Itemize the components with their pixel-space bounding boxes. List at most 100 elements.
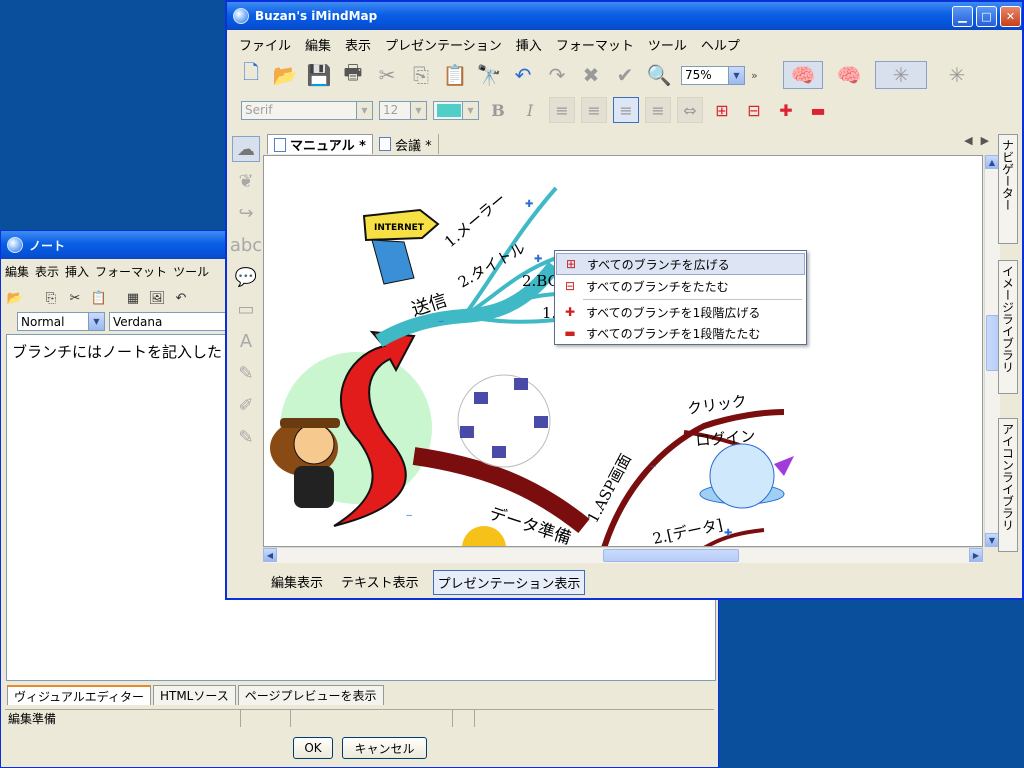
brain-view-icon[interactable]: 🧠: [783, 61, 823, 89]
expand-level-icon[interactable]: ✚: [773, 97, 799, 123]
cancel-button[interactable]: キャンセル: [342, 737, 427, 759]
menu-collapse-all[interactable]: ⊟ すべてのブランチをたたむ: [556, 275, 805, 297]
bold-icon[interactable]: B: [485, 97, 511, 123]
menu-help[interactable]: ヘルプ: [701, 35, 740, 54]
menu-insert[interactable]: 挿入: [516, 35, 542, 54]
central-idea-tool-icon[interactable]: ☁: [232, 136, 260, 162]
ok-button[interactable]: OK: [293, 737, 333, 759]
align-center-icon[interactable]: ≡: [581, 97, 607, 123]
align-right-icon[interactable]: ≡: [645, 97, 671, 123]
insert-image-icon[interactable]: 🖼: [147, 288, 167, 308]
find-binoculars-icon[interactable]: 🔭: [475, 61, 503, 89]
menu-expand-one-level[interactable]: ✚ すべてのブランチを1段階広げる: [556, 301, 805, 323]
pen-icon[interactable]: ✐: [232, 392, 260, 418]
scroll-right-icon[interactable]: ▶: [969, 548, 983, 562]
cut-icon[interactable]: ✂: [373, 61, 401, 89]
note-menu-insert[interactable]: 挿入: [65, 263, 89, 280]
collapse-level-icon[interactable]: ▬: [805, 97, 831, 123]
table-icon[interactable]: ▦: [123, 288, 143, 308]
tab-manual[interactable]: マニュアル *: [267, 134, 373, 154]
image-tool-icon[interactable]: ▭: [232, 296, 260, 322]
font-size-select[interactable]: 12 ▼: [379, 100, 427, 120]
check-icon[interactable]: ✔: [611, 61, 639, 89]
style-select[interactable]: Normal ▼: [17, 312, 105, 331]
branch-tool-icon[interactable]: ❦: [232, 168, 260, 194]
menu-expand-all[interactable]: ⊞ すべてのブランチを広げる: [556, 253, 805, 275]
note-menu-tools[interactable]: ツール: [173, 263, 209, 280]
new-file-icon[interactable]: 🗋: [237, 60, 265, 89]
align-left-icon[interactable]: ≡: [549, 97, 575, 123]
paste-icon[interactable]: 📋: [441, 61, 469, 89]
undo-icon[interactable]: ↶: [171, 288, 191, 308]
close-button[interactable]: ✕: [1000, 6, 1021, 27]
organic-map-icon[interactable]: ✳: [875, 61, 927, 89]
menu-edit[interactable]: 編集: [305, 35, 331, 54]
chevron-down-icon[interactable]: ▼: [462, 101, 478, 119]
tab-html-source[interactable]: HTMLソース: [152, 685, 236, 705]
fill-color-select[interactable]: ▼: [433, 100, 479, 120]
main-titlebar[interactable]: Buzan's iMindMap: [227, 2, 1022, 30]
scroll-left-icon[interactable]: ◀: [263, 548, 277, 562]
menu-tools[interactable]: ツール: [648, 35, 687, 54]
collapse-all-icon[interactable]: ⊟: [741, 97, 767, 123]
expand-all-icon[interactable]: ⊞: [709, 97, 735, 123]
align-wide-icon[interactable]: ≡: [613, 97, 639, 123]
cut-icon[interactable]: ✂: [65, 288, 85, 308]
pencil-icon[interactable]: ✎: [232, 360, 260, 386]
note-menu-edit[interactable]: 編集: [5, 263, 29, 280]
brain-edit-icon[interactable]: 🧠: [829, 61, 869, 89]
tab-page-preview[interactable]: ページプレビューを表示: [237, 685, 384, 705]
save-icon[interactable]: 💾: [305, 61, 333, 89]
tab-navigator[interactable]: ナビゲーター: [998, 134, 1018, 244]
tab-visual-editor[interactable]: ヴィジュアルエディター: [7, 685, 151, 705]
horizontal-scrollbar[interactable]: ◀ ▶: [263, 547, 983, 563]
overflow-icon[interactable]: »: [751, 69, 777, 82]
maximize-button[interactable]: □: [976, 6, 997, 27]
text-tool-icon[interactable]: abc: [230, 232, 262, 258]
tab-icon-library[interactable]: アイコンライブラリ: [998, 418, 1018, 552]
radial-map-icon[interactable]: ✳: [933, 61, 981, 89]
paste-icon[interactable]: 📋: [89, 288, 109, 308]
scroll-up-icon[interactable]: ▲: [985, 155, 999, 169]
mode-edit-view[interactable]: 編集表示: [267, 570, 327, 595]
note-menu-format[interactable]: フォーマット: [95, 263, 167, 280]
menu-view[interactable]: 表示: [345, 35, 371, 54]
mode-presentation-view[interactable]: プレゼンテーション表示: [432, 570, 586, 595]
mindmap-canvas[interactable]: INTERNET 送信 データ準備 1.メーラー 2.タイトル 2.BC 1. …: [263, 155, 983, 547]
note-menu-view[interactable]: 表示: [35, 263, 59, 280]
chevron-down-icon[interactable]: ▼: [356, 101, 372, 119]
comment-tool-icon[interactable]: 💬: [232, 264, 260, 290]
chevron-down-icon[interactable]: ▼: [410, 101, 426, 119]
chevron-down-icon[interactable]: ▼: [88, 313, 104, 330]
minimize-button[interactable]: ▁: [952, 6, 973, 27]
menu-file[interactable]: ファイル: [239, 35, 291, 54]
mode-text-view[interactable]: テキスト表示: [337, 570, 423, 595]
font-select[interactable]: Verdana: [109, 312, 239, 331]
zoom-actual-icon[interactable]: 🔍: [645, 61, 673, 89]
open-folder-icon[interactable]: 📂: [5, 288, 25, 308]
redo-icon[interactable]: ↷: [543, 61, 571, 89]
tab-image-library[interactable]: イメージライブラリ: [998, 260, 1018, 394]
undo-icon[interactable]: ↶: [509, 61, 537, 89]
print-icon[interactable]: 🖶: [339, 60, 367, 89]
tab-next-icon[interactable]: ▶: [981, 134, 989, 149]
scroll-down-icon[interactable]: ▼: [985, 533, 999, 547]
zoom-select[interactable]: 75% ▼: [681, 65, 745, 85]
horizontal-scroll-thumb[interactable]: [603, 549, 739, 562]
tab-meeting[interactable]: 会議 *: [373, 134, 439, 154]
menu-format[interactable]: フォーマット: [556, 35, 634, 54]
menu-collapse-one-level[interactable]: ▬ すべてのブランチを1段階たたむ: [556, 322, 805, 344]
chevron-down-icon[interactable]: ▼: [728, 66, 744, 84]
menu-presentation[interactable]: プレゼンテーション: [385, 35, 502, 54]
tab-prev-icon[interactable]: ◀: [964, 134, 972, 149]
frame-text-icon[interactable]: A: [232, 328, 260, 354]
open-folder-icon[interactable]: 📂: [271, 61, 299, 89]
delete-icon[interactable]: ✖: [577, 61, 605, 89]
justify-icon[interactable]: ⇔: [677, 97, 703, 123]
copy-icon[interactable]: ⎘: [41, 288, 61, 308]
edit-tool-icon[interactable]: ✎: [232, 424, 260, 450]
copy-icon[interactable]: ⎘: [407, 61, 435, 89]
italic-icon[interactable]: I: [517, 97, 543, 123]
font-family-select[interactable]: Serif ▼: [241, 100, 373, 120]
relationship-arrow-icon[interactable]: ↪: [232, 200, 260, 226]
